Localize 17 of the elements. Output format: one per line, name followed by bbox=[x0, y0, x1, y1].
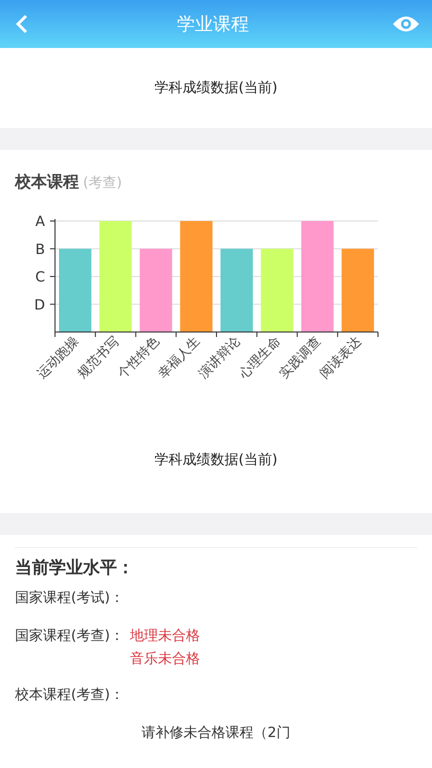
note-text: 请补修未合格课程（2门 bbox=[140, 724, 292, 742]
chart-caption: 学科成绩数据(当前) bbox=[154, 79, 278, 97]
status-text: 地理未合格 bbox=[130, 627, 200, 645]
axis-label: C bbox=[35, 270, 45, 286]
axis-label: D bbox=[34, 297, 45, 314]
row-label: 校本课程(考查)： bbox=[15, 686, 124, 705]
section-title: 校本课程 bbox=[15, 172, 79, 193]
page-title: 学业课程 bbox=[177, 13, 249, 36]
chart-caption: 学科成绩数据(当前) bbox=[154, 451, 278, 469]
status-text: 音乐未合格 bbox=[130, 650, 200, 668]
eye-icon[interactable] bbox=[392, 15, 420, 33]
section-title: 当前学业水平： bbox=[15, 557, 135, 579]
row-label: 国家课程(考试)： bbox=[15, 589, 124, 608]
axis-label: A bbox=[35, 214, 45, 230]
axis-label: B bbox=[35, 242, 45, 258]
row-label: 国家课程(考查)： bbox=[15, 627, 124, 646]
section-subtitle: (考查) bbox=[83, 174, 122, 192]
